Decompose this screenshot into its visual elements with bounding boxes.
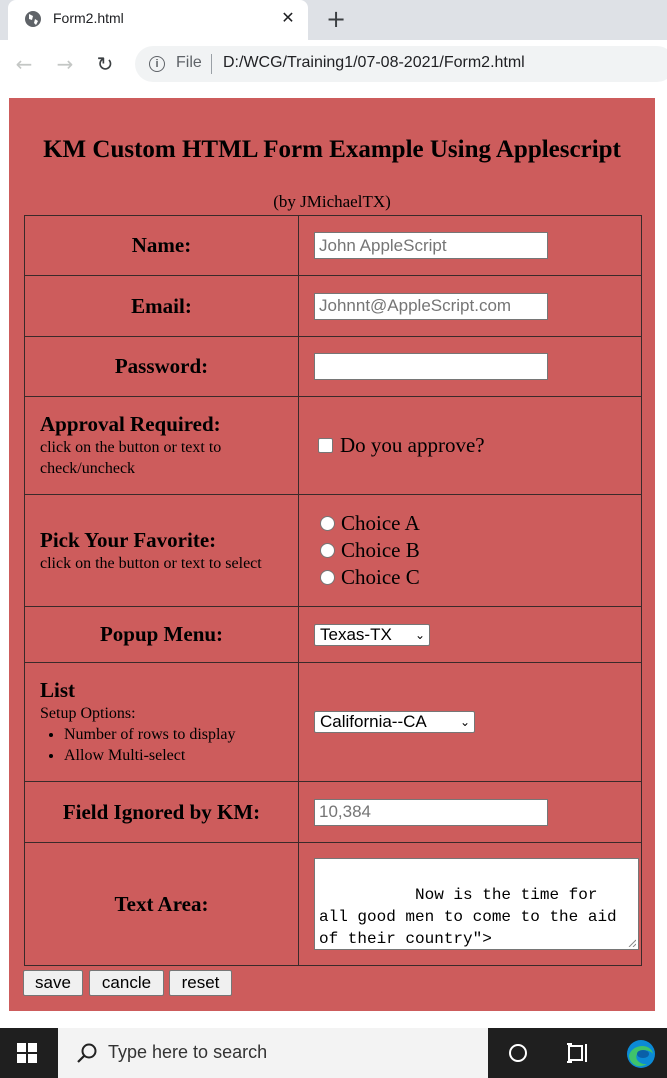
- approval-label-cell: Approval Required: click on the button o…: [24, 396, 299, 495]
- ignored-cell: [298, 781, 642, 843]
- favorite-hint: click on the button or text to select: [40, 554, 262, 572]
- popup-select[interactable]: Texas-TX ⌄: [314, 623, 430, 646]
- list-row: List Setup Options: Number of rows to di…: [24, 662, 642, 782]
- chevron-down-icon: ⌄: [459, 715, 470, 729]
- browser-toolbar: ← → ↻ i File D:/WCG/Training1/07-08-2021…: [0, 40, 667, 88]
- tab-strip: Form2.html ✕ +: [0, 0, 667, 40]
- choice-c-row[interactable]: Choice C: [314, 564, 641, 591]
- search-placeholder: Type here to search: [108, 1042, 268, 1062]
- choice-a-row[interactable]: Choice A: [314, 510, 641, 537]
- favorite-label: Pick Your Favorite:: [40, 527, 217, 552]
- list-selected-value: California--CA: [320, 712, 427, 731]
- reload-icon[interactable]: ↻: [91, 50, 119, 78]
- approve-checkbox-row[interactable]: Do you approve?: [314, 433, 641, 458]
- back-icon[interactable]: ←: [10, 50, 38, 78]
- email-cell: [298, 275, 642, 337]
- choice-a-label[interactable]: Choice A: [341, 511, 420, 536]
- choice-c-radio[interactable]: [320, 570, 335, 585]
- save-button[interactable]: save: [23, 970, 83, 996]
- approval-hint: click on the button or text to check/unc…: [40, 439, 222, 477]
- textarea-cell: Now is the time for all good men to come…: [298, 842, 642, 966]
- text-area-content: Now is the time for all good men to come…: [319, 886, 627, 948]
- form-table: Name: Email: Password: Approval Required…: [24, 215, 642, 966]
- approve-checkbox[interactable]: [318, 438, 333, 453]
- list-setup-title: Setup Options:: [40, 705, 136, 722]
- choice-b-row[interactable]: Choice B: [314, 537, 641, 564]
- choice-c-label[interactable]: Choice C: [341, 565, 420, 590]
- windows-start-icon[interactable]: [17, 1043, 37, 1063]
- list-option: Number of rows to display: [64, 724, 298, 745]
- choice-a-radio[interactable]: [320, 516, 335, 531]
- popup-selected-value: Texas-TX: [320, 624, 392, 644]
- reset-button[interactable]: reset: [169, 970, 232, 996]
- list-select[interactable]: California--CA ⌄: [314, 711, 475, 733]
- forward-icon[interactable]: →: [51, 50, 79, 78]
- edge-browser-icon[interactable]: [625, 1038, 657, 1070]
- favorite-row: Pick Your Favorite: click on the button …: [24, 494, 642, 607]
- name-cell: [298, 215, 642, 276]
- ignored-label: Field Ignored by KM:: [24, 781, 299, 843]
- email-input[interactable]: [314, 292, 548, 320]
- name-input[interactable]: [314, 232, 548, 259]
- chevron-down-icon: ⌄: [414, 627, 425, 642]
- list-setup-options: Number of rows to display Allow Multi-se…: [40, 724, 298, 766]
- password-input[interactable]: [314, 353, 548, 380]
- ignored-input[interactable]: [314, 798, 548, 826]
- globe-icon: [25, 11, 41, 27]
- approval-row: Approval Required: click on the button o…: [24, 396, 642, 495]
- taskbar-search[interactable]: Type here to search: [58, 1028, 488, 1078]
- approve-checkbox-label[interactable]: Do you approve?: [340, 433, 485, 458]
- password-label: Password:: [24, 336, 299, 397]
- resize-grip-icon[interactable]: [628, 939, 636, 947]
- address-bar[interactable]: i File D:/WCG/Training1/07-08-2021/Form2…: [135, 46, 667, 82]
- popup-label: Popup Menu:: [24, 606, 299, 663]
- form-panel: KM Custom HTML Form Example Using Apples…: [9, 98, 655, 1011]
- choice-b-radio[interactable]: [320, 543, 335, 558]
- info-icon[interactable]: i: [149, 56, 165, 72]
- choice-b-label[interactable]: Choice B: [341, 538, 420, 563]
- favorite-cell: Choice A Choice B Choice C: [298, 494, 642, 607]
- name-row: Name:: [24, 215, 642, 276]
- ignored-row: Field Ignored by KM:: [24, 781, 642, 843]
- textarea-row: Text Area: Now is the time for all good …: [24, 842, 642, 966]
- list-label-cell: List Setup Options: Number of rows to di…: [24, 662, 299, 782]
- address-separator: [211, 54, 212, 74]
- url-text[interactable]: D:/WCG/Training1/07-08-2021/Form2.html: [223, 54, 525, 72]
- file-label: File: [176, 54, 202, 71]
- password-cell: [298, 336, 642, 397]
- cancel-button[interactable]: cancle: [89, 970, 164, 996]
- popup-cell: Texas-TX ⌄: [298, 606, 642, 663]
- taskbar: Type here to search: [0, 1028, 667, 1078]
- browser-tab[interactable]: Form2.html ✕: [8, 0, 308, 40]
- approval-cell: Do you approve?: [298, 396, 642, 495]
- list-option: Allow Multi-select: [64, 745, 298, 766]
- password-row: Password:: [24, 336, 642, 397]
- byline: (by JMichaelTX): [273, 192, 391, 211]
- popup-row: Popup Menu: Texas-TX ⌄: [24, 606, 642, 663]
- close-tab-icon[interactable]: ✕: [278, 8, 298, 28]
- new-tab-icon[interactable]: +: [322, 6, 350, 34]
- tab-title: Form2.html: [53, 10, 124, 26]
- favorite-label-cell: Pick Your Favorite: click on the button …: [24, 494, 299, 607]
- task-view-icon[interactable]: [566, 1042, 590, 1064]
- approval-label: Approval Required:: [40, 412, 221, 436]
- text-area[interactable]: Now is the time for all good men to come…: [314, 858, 639, 950]
- textarea-label: Text Area:: [24, 842, 299, 966]
- cortana-icon[interactable]: [509, 1044, 527, 1062]
- page-title: KM Custom HTML Form Example Using Apples…: [43, 136, 621, 163]
- list-cell: California--CA ⌄: [298, 662, 642, 782]
- name-label: Name:: [24, 215, 299, 276]
- search-icon: [77, 1043, 97, 1063]
- list-label: List: [40, 678, 76, 702]
- email-row: Email:: [24, 275, 642, 337]
- email-label: Email:: [24, 275, 299, 337]
